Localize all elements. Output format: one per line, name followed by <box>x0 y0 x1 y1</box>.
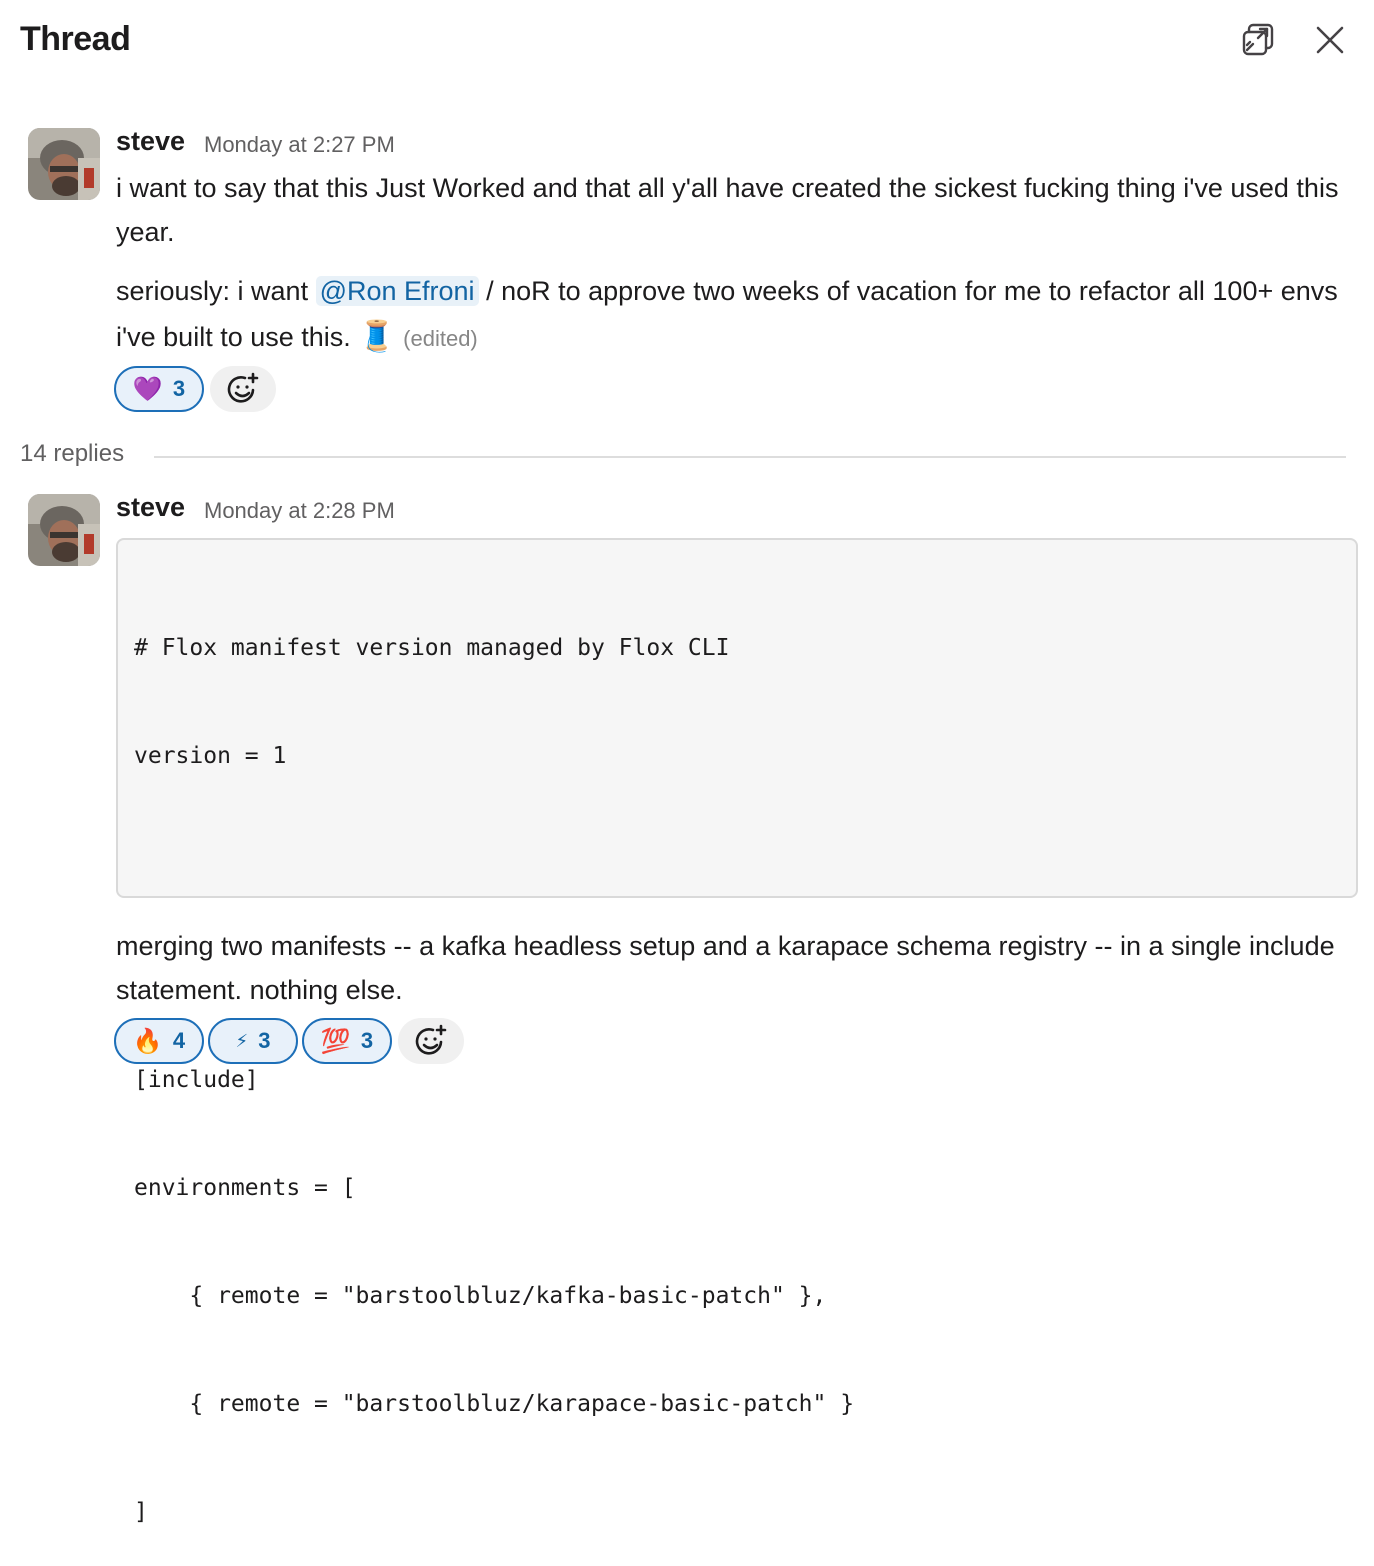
message-text: i want to say that this Just Worked and … <box>116 173 1339 247</box>
code-line: version = 1 <box>134 743 287 769</box>
message-timestamp[interactable]: Monday at 2:27 PM <box>204 132 395 158</box>
add-reaction-icon <box>227 372 259 403</box>
custom-emoji-icon: ⚡ <box>235 1030 249 1051</box>
code-line: { remote = "barstoolbluz/karapace-basic-… <box>134 1391 855 1417</box>
avatar[interactable] <box>28 494 100 566</box>
reaction-count: 3 <box>172 376 186 401</box>
code-block: # Flox manifest version managed by Flox … <box>116 538 1358 1525</box>
code-line: # Flox manifest version managed by Flox … <box>134 635 730 661</box>
thread-spool-emoji: 🧵 <box>358 320 396 353</box>
fire-icon: 🔥 <box>132 1027 163 1055</box>
code-line: { remote = "barstoolbluz/kafka-basic-pat… <box>134 1283 827 1309</box>
purple-heart-icon: 💜 <box>132 375 163 403</box>
add-reaction-icon <box>415 1024 447 1055</box>
message-author[interactable]: steve <box>116 492 185 523</box>
reaction-fire[interactable]: 🔥 4 <box>114 1018 204 1064</box>
message-author[interactable]: steve <box>116 126 185 157</box>
add-reaction-button[interactable] <box>398 1018 464 1064</box>
code-line: ] <box>134 1499 148 1525</box>
hundred-points-icon: 💯 <box>320 1027 351 1055</box>
message-text-2: seriously: i want @Ron Efroni / noR to a… <box>116 268 1346 362</box>
reply-count: 14 replies <box>20 440 125 467</box>
reaction-purple-heart[interactable]: 💜 3 <box>114 366 204 412</box>
message-text: merging two manifests -- a kafka headles… <box>116 931 1335 1005</box>
message-timestamp[interactable]: Monday at 2:28 PM <box>204 498 395 524</box>
reaction-hundred[interactable]: 💯 3 <box>302 1018 392 1064</box>
reaction-count: 3 <box>258 1028 271 1053</box>
reaction-count: 3 <box>360 1028 374 1053</box>
divider <box>154 456 1346 458</box>
text-segment: seriously: i want <box>116 276 316 306</box>
add-reaction-button[interactable] <box>210 366 276 412</box>
edited-label: (edited) <box>403 326 478 351</box>
reaction-custom[interactable]: ⚡ 3 <box>208 1018 298 1064</box>
code-line: environments = [ <box>134 1175 356 1201</box>
popout-window-icon[interactable] <box>1236 18 1280 62</box>
avatar[interactable] <box>28 128 100 200</box>
user-mention[interactable]: @Ron Efroni <box>315 276 479 306</box>
thread-title: Thread <box>20 20 131 58</box>
code-line: [include] <box>134 1067 259 1093</box>
thread-header: Thread <box>0 0 1374 80</box>
close-icon[interactable] <box>1308 18 1352 62</box>
reaction-count: 4 <box>172 1028 186 1053</box>
